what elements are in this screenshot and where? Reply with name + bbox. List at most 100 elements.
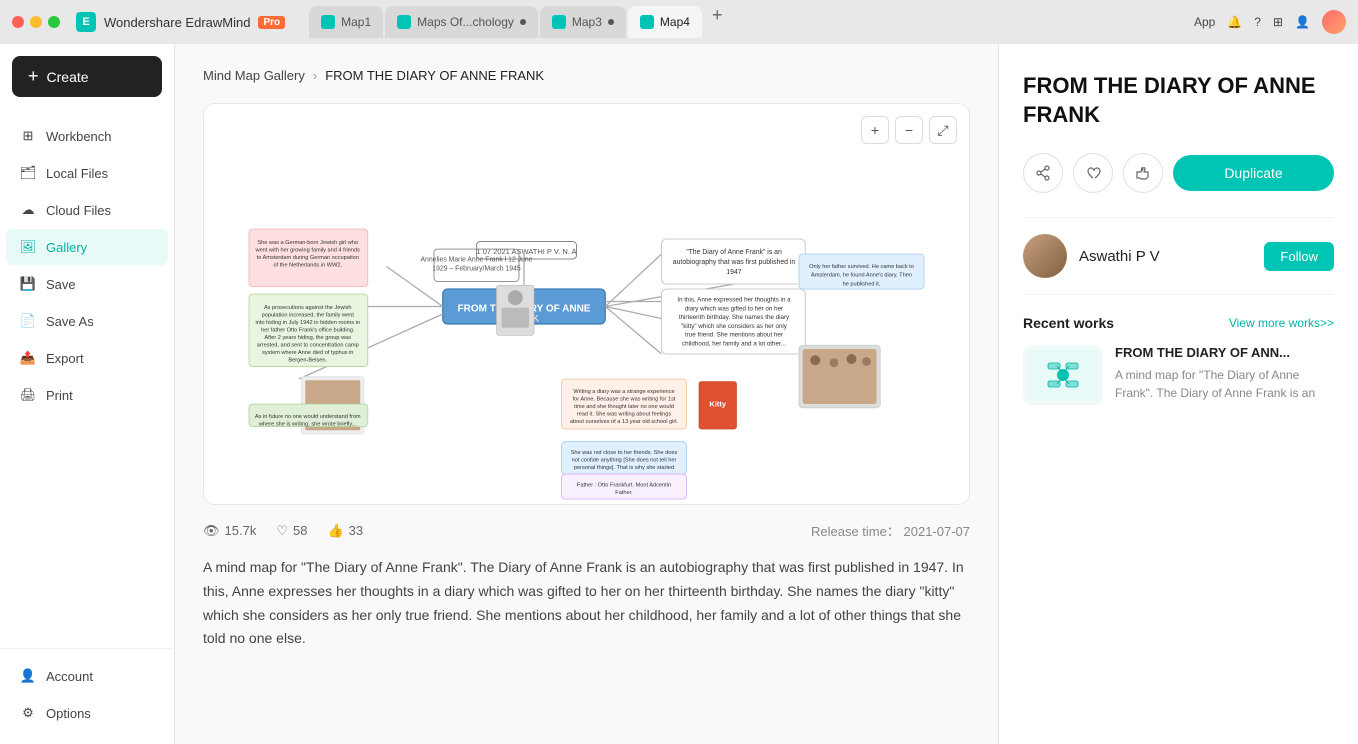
svg-text:for Anne. Because she was writ: for Anne. Because she was writing for 1s… (573, 396, 676, 402)
share-icon (1035, 165, 1051, 181)
duplicate-button[interactable]: Duplicate (1173, 155, 1334, 191)
svg-text:to Amsterdam during German occ: to Amsterdam during German occupation (257, 255, 359, 261)
svg-text:read it. She was writing about: read it. She was writing about feelings (577, 411, 672, 417)
tab-maps-of-chology[interactable]: Maps Of...chology (385, 6, 538, 38)
breadcrumb-gallery-link[interactable]: Mind Map Gallery (203, 68, 305, 83)
work-card[interactable]: FROM THE DIARY OF ANN... A mind map for … (1023, 345, 1334, 405)
tab-map3[interactable]: Map3 (540, 6, 626, 38)
tab-icon (321, 15, 335, 29)
user-icon[interactable]: 👤 (1295, 15, 1310, 29)
svg-text:Writing a diary was a strange: Writing a diary was a strange experience (573, 389, 674, 395)
minimize-button[interactable] (30, 16, 42, 28)
svg-text:She was not close to her frien: She was not close to her friends. She do… (571, 450, 678, 456)
content-inner: Mind Map Gallery › FROM THE DIARY OF ANN… (175, 44, 998, 675)
save-icon: 💾 (20, 276, 36, 292)
svg-text:Only her father survived. He c: Only her father survived. He came back t… (809, 264, 914, 270)
action-buttons: Duplicate (1023, 153, 1334, 193)
svg-text:Father : Otto Frankfurt. Mont: Father : Otto Frankfurt. Mont Adcentin (577, 483, 671, 489)
breadcrumb-separator: › (313, 68, 317, 83)
tab-icon (397, 15, 411, 29)
svg-text:1929 – February/March 1945: 1929 – February/March 1945 (432, 265, 521, 272)
svg-text:As prosecutions against the Je: As prosecutions against the Jewish (264, 305, 352, 311)
sidebar-item-gallery[interactable]: 🖼 Gallery (6, 229, 168, 265)
tab-icon (552, 15, 566, 29)
zoom-in-button[interactable]: + (861, 116, 889, 144)
thumbs-stat[interactable]: 👍 33 (327, 523, 363, 539)
maximize-button[interactable] (48, 16, 60, 28)
thumbs-up-button[interactable] (1123, 153, 1163, 193)
thumbs-up-icon (1135, 165, 1151, 181)
sidebar-item-account[interactable]: 👤 Account (6, 658, 168, 694)
recent-works-header: Recent works View more works>> (1023, 315, 1334, 331)
add-tab-button[interactable]: + (712, 6, 723, 38)
user-avatar[interactable] (1322, 10, 1346, 34)
account-icon: 👤 (20, 668, 36, 684)
tab-map1[interactable]: Map1 (309, 6, 383, 38)
svg-text:Amsterdam, he found Anne's dia: Amsterdam, he found Anne's diary. Then (811, 273, 912, 279)
unsaved-dot (520, 19, 526, 25)
tab-icon (640, 15, 654, 29)
app-icon: E (76, 12, 96, 32)
sidebar-item-print[interactable]: 🖨 Print (6, 377, 168, 413)
thumbs-count: 33 (349, 523, 363, 538)
work-title: FROM THE DIARY OF ANN... (1115, 345, 1334, 360)
svg-text:thirteenth birthday. She names: thirteenth birthday. She names the diary (679, 314, 790, 321)
create-button[interactable]: + Create (12, 56, 162, 97)
titlebar: E Wondershare EdrawMind Pro Map1 Maps Of… (0, 0, 1358, 44)
author-name: Aswathi P V (1079, 248, 1252, 265)
help-icon[interactable]: ? (1254, 15, 1261, 29)
author-section: Aswathi P V Follow (1023, 217, 1334, 295)
svg-text:After 2 years hiding, the grou: After 2 years hiding, the group was (264, 335, 351, 341)
svg-text:time and she thought later no: time and she thought later no one would (574, 404, 674, 410)
sidebar-bottom: 👤 Account ⚙ Options (0, 648, 174, 744)
map-preview-image[interactable]: FROM THE DIARY OF ANNE FRANK 1 07 2021 A… (204, 104, 969, 504)
likes-count: 58 (293, 523, 307, 538)
svg-text:he published it.: he published it. (843, 281, 881, 287)
close-button[interactable] (12, 16, 24, 28)
svg-text:childhood, her family and a lo: childhood, her family and a lot other... (682, 340, 786, 347)
right-panel: FROM THE DIARY OF ANNE FRANK (998, 44, 1358, 744)
svg-text:Kitty: Kitty (709, 400, 726, 409)
sidebar-item-save[interactable]: 💾 Save (6, 266, 168, 302)
heart-button[interactable] (1073, 153, 1113, 193)
svg-text:where she is writing, she wrot: where she is writing, she wrote briefly.… (258, 421, 357, 427)
heart-icon (1085, 165, 1101, 181)
zoom-out-button[interactable]: − (895, 116, 923, 144)
sidebar-item-workbench[interactable]: ⊞ Workbench (6, 118, 168, 154)
svg-text:Father.: Father. (615, 490, 633, 496)
likes-stat[interactable]: ♡ 58 (276, 523, 307, 539)
workbench-icon: ⊞ (20, 128, 36, 144)
sidebar-item-save-as[interactable]: 📄 Save As (6, 303, 168, 339)
fullscreen-button[interactable]: ⤢ (929, 116, 957, 144)
svg-text:"The Diary of Anne Frank" is a: "The Diary of Anne Frank" is an (686, 249, 782, 256)
svg-text:her father Otto Frank's office: her father Otto Frank's office building. (261, 328, 355, 334)
svg-text:arrested, and sent to concentr: arrested, and sent to concentration camp (257, 343, 359, 349)
grid-icon[interactable]: ⊞ (1273, 15, 1283, 29)
app-button[interactable]: App (1194, 15, 1215, 29)
svg-text:system where Anne died of typh: system where Anne died of typhus in (262, 350, 353, 356)
work-description: A mind map for "The Diary of Anne Frank"… (1115, 366, 1334, 402)
view-more-link[interactable]: View more works>> (1229, 316, 1334, 330)
svg-text:In this, Anne expressed her th: In this, Anne expressed her thoughts in … (677, 297, 791, 304)
titlebar-right: App 🔔 ? ⊞ 👤 (1194, 10, 1346, 34)
share-button[interactable] (1023, 153, 1063, 193)
svg-text:She was a German-born Jewish g: She was a German-born Jewish girl who (257, 240, 358, 246)
sidebar-item-export[interactable]: 📤 Export (6, 340, 168, 376)
svg-text:As in future no one would unde: As in future no one would understand fro… (255, 414, 361, 420)
pro-badge: Pro (258, 16, 285, 29)
cloud-icon: ☁ (20, 202, 36, 218)
notifications-icon[interactable]: 🔔 (1227, 15, 1242, 29)
follow-button[interactable]: Follow (1264, 242, 1334, 271)
svg-text:"kitty" which she considers as: "kitty" which she considers as her only (681, 323, 788, 330)
svg-text:true friend. She mentions abou: true friend. She mentions about her (685, 332, 783, 339)
svg-text:about ourselves of a 13 year o: about ourselves of a 13 year old school … (570, 419, 679, 425)
sidebar-item-options[interactable]: ⚙ Options (6, 695, 168, 731)
sidebar-item-local-files[interactable]: 🗂 Local Files (6, 155, 168, 191)
mindmap-svg: FROM THE DIARY OF ANNE FRANK 1 07 2021 A… (204, 104, 969, 504)
recent-works-title: Recent works (1023, 315, 1229, 331)
tab-map4[interactable]: Map4 (628, 6, 702, 38)
author-avatar-img (1023, 234, 1067, 278)
main-layout: + Create ⊞ Workbench 🗂 Local Files ☁ Clo… (0, 44, 1358, 744)
sidebar-item-cloud-files[interactable]: ☁ Cloud Files (6, 192, 168, 228)
eye-icon: 👁 (203, 523, 220, 539)
